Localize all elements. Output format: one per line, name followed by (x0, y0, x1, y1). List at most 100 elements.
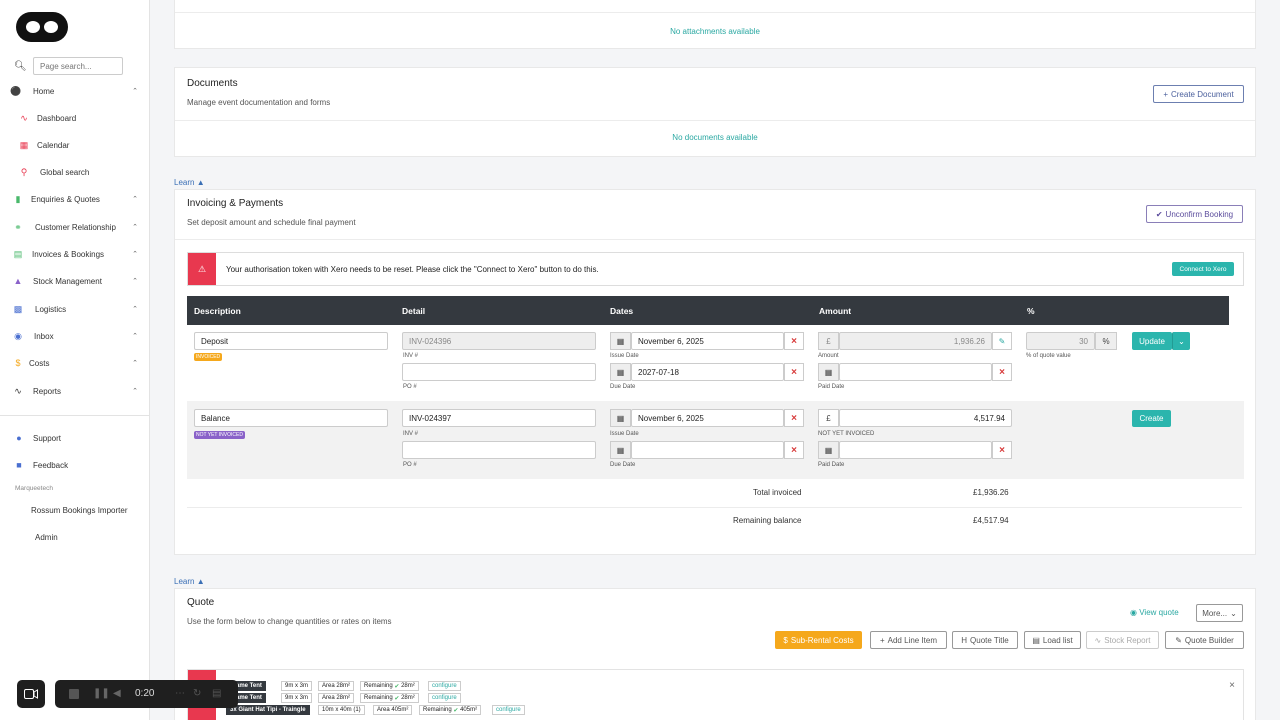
po-number-input[interactable] (402, 441, 596, 459)
load-list-button[interactable]: ▤ Load list (1024, 631, 1081, 649)
amount-input[interactable]: 1,936.26 (839, 332, 992, 350)
chevron-up-icon: ⌃ (132, 251, 138, 258)
field-label: NOT YET INVOICED (818, 431, 875, 437)
search-input[interactable] (33, 57, 123, 75)
view-quote-link[interactable]: ◉ View quote (1130, 608, 1179, 617)
more-dropdown[interactable]: More... ⌄ (1196, 604, 1243, 622)
invoice-number-input[interactable]: INV-024396 (402, 332, 596, 350)
volume-icon[interactable]: ◀ (113, 688, 121, 699)
handshake-icon: ⚭ (14, 221, 22, 232)
field-label: INV # (403, 431, 419, 437)
sidebar-item-stock[interactable]: ▲ Stock Management ⌃ (0, 272, 150, 290)
create-button[interactable]: Create (1132, 410, 1171, 427)
trash-icon[interactable]: ▤ (212, 688, 221, 699)
chevron-down-icon[interactable]: ⌄ (1172, 332, 1190, 350)
quote-builder-button[interactable]: ✎ Quote Builder (1165, 631, 1244, 649)
percent-input[interactable]: 30 (1026, 332, 1095, 350)
sidebar-item-importer[interactable]: Rossum Bookings Importer (0, 501, 150, 519)
company-logo[interactable] (16, 12, 68, 42)
sidebar-item-costs[interactable]: $ Costs ⌃ (0, 354, 150, 372)
field-label: % of quote value (1026, 353, 1071, 359)
sidebar-item-dashboard[interactable]: ∿ Dashboard (0, 109, 150, 127)
status-badge: INVOICED (194, 353, 223, 361)
divider (175, 12, 1255, 13)
button-label: Quote Title (970, 635, 1009, 645)
invoice-icon: ▤ (13, 248, 23, 259)
edit-icon[interactable]: ✎ (992, 332, 1012, 350)
clear-due-date-button[interactable]: × (784, 441, 804, 459)
configure-link[interactable]: configure (428, 693, 461, 703)
clear-due-date-button[interactable]: × (784, 363, 804, 381)
divider (175, 120, 1255, 121)
documents-title: Documents (187, 78, 238, 89)
clear-issue-date-button[interactable]: × (784, 409, 804, 427)
sidebar-item-global-search[interactable]: ⚲ Global search (0, 163, 150, 181)
status-badge: NOT YET INVOICED (194, 431, 245, 439)
quote-title-button[interactable]: H Quote Title (952, 631, 1018, 649)
camera-button[interactable] (17, 680, 45, 708)
update-button[interactable]: Update (1132, 332, 1172, 350)
learn-link[interactable]: Learn ▲ (174, 178, 205, 187)
issue-date-input[interactable]: November 6, 2025 (631, 332, 784, 350)
paid-date-input[interactable] (839, 363, 992, 381)
create-document-button[interactable]: + Create Document (1153, 85, 1244, 103)
clear-paid-date-button[interactable]: × (992, 363, 1012, 381)
calendar-icon[interactable]: ▦ (610, 409, 631, 427)
field-label: PO # (403, 384, 417, 390)
edit-icon: ✎ (1175, 635, 1182, 645)
due-date-input[interactable] (631, 441, 784, 459)
sidebar-item-inbox[interactable]: ◉ Inbox ⌃ (0, 327, 150, 345)
stop-icon[interactable] (69, 689, 79, 699)
sidebar-item-reports[interactable]: ∿ Reports ⌃ (0, 382, 150, 400)
sidebar-item-logistics[interactable]: ▩ Logistics ⌃ (0, 300, 150, 318)
unconfirm-booking-button[interactable]: ✔ Unconfirm Booking (1146, 205, 1243, 223)
due-date-input[interactable]: 2027-07-18 (631, 363, 784, 381)
amount-input[interactable]: 4,517.94 (839, 409, 1012, 427)
quote-title: Quote (187, 597, 215, 608)
sidebar-item-crm[interactable]: ⚭ Customer Relationship ⌃ (0, 218, 150, 236)
issue-date-input[interactable]: November 6, 2025 (631, 409, 784, 427)
dollar-icon: $ (15, 358, 21, 368)
learn-label: Learn (174, 577, 195, 586)
sidebar-item-support[interactable]: ● Support (0, 429, 150, 447)
sidebar-item-label: Home (33, 86, 55, 96)
sub-rental-costs-button[interactable]: $ Sub-Rental Costs (775, 631, 862, 649)
home-icon: ⚫ (10, 85, 22, 96)
description-input[interactable]: Balance (194, 409, 388, 427)
button-label: Quote Builder (1184, 635, 1234, 645)
pause-icon[interactable]: ❚❚ (93, 688, 110, 699)
sidebar-item-calendar[interactable]: ▦ Calendar (0, 136, 150, 154)
configure-link[interactable]: configure (428, 681, 461, 691)
chevron-up-icon: ⌃ (132, 306, 138, 313)
sidebar-item-feedback[interactable]: ■ Feedback (0, 456, 150, 474)
calendar-icon[interactable]: ▦ (610, 441, 631, 459)
field-label: INV # (403, 353, 419, 359)
plus-icon: + (1163, 89, 1168, 99)
restart-icon[interactable]: ↻ (193, 688, 201, 699)
configure-link[interactable]: configure (492, 705, 525, 715)
po-number-input[interactable] (402, 363, 596, 381)
calendar-icon[interactable]: ▦ (818, 363, 839, 381)
list-icon: ▤ (1032, 635, 1040, 645)
paid-date-input[interactable] (839, 441, 992, 459)
calendar-icon[interactable]: ▦ (818, 441, 839, 459)
grid-icon[interactable]: ⋯ (175, 688, 185, 699)
add-line-item-button[interactable]: + Add Line Item (870, 631, 947, 649)
sidebar-item-invoices[interactable]: ▤ Invoices & Bookings ⌃ (0, 245, 150, 263)
connect-xero-button[interactable]: Connect to Xero (1172, 262, 1234, 276)
invoice-number-input[interactable]: INV-024397 (402, 409, 596, 427)
clear-issue-date-button[interactable]: × (784, 332, 804, 350)
clear-paid-date-button[interactable]: × (992, 441, 1012, 459)
eye-icon: ◉ (1130, 608, 1137, 617)
learn-link[interactable]: Learn ▲ (174, 577, 205, 586)
total-invoiced-label: Total invoiced (753, 488, 802, 497)
close-icon[interactable]: × (1229, 680, 1235, 691)
file-icon: ▮ (15, 193, 21, 204)
calendar-icon[interactable]: ▦ (610, 363, 631, 381)
sidebar-item-home[interactable]: ⚫ Home ⌃ (0, 82, 150, 100)
description-input[interactable]: Deposit (194, 332, 388, 350)
sidebar-item-enquiries[interactable]: ▮ Enquiries & Quotes ⌃ (0, 190, 150, 208)
calendar-icon[interactable]: ▦ (610, 332, 631, 350)
stock-report-button[interactable]: ∿ Stock Report (1086, 631, 1159, 649)
sidebar-item-admin[interactable]: Admin (0, 528, 150, 546)
